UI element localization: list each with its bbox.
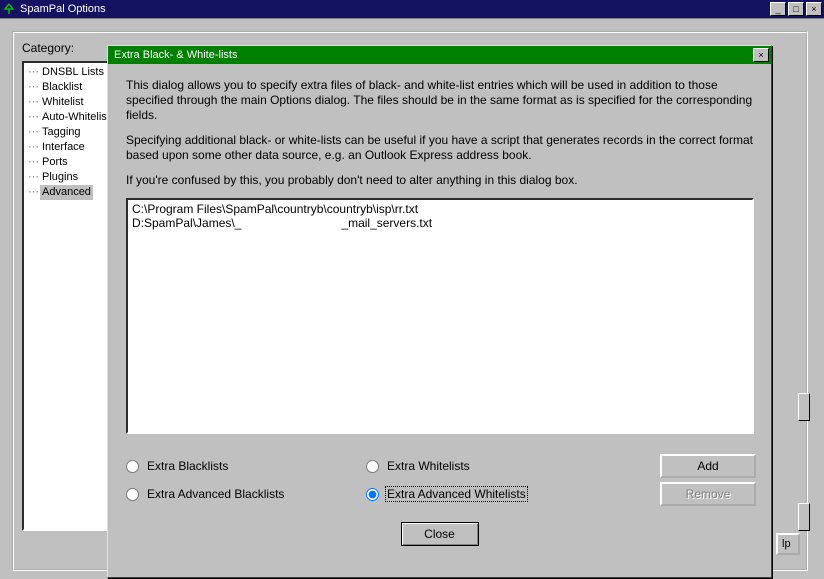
- hidden-button-peek-2: [798, 503, 810, 531]
- tree-item[interactable]: ⋯Tagging: [24, 125, 120, 140]
- remove-button[interactable]: Remove: [660, 482, 756, 506]
- radio-extra-whitelists[interactable]: Extra Whitelists: [366, 459, 606, 473]
- radio-extra-adv-whitelists-label: Extra Advanced Whitelists: [385, 486, 528, 502]
- tree-item[interactable]: ⋯Auto-Whitelist: [24, 110, 120, 125]
- radio-grid: Extra Blacklists Extra Whitelists Add Ex…: [126, 452, 753, 508]
- dialog-desc-3: If you're confused by this, you probably…: [126, 173, 753, 188]
- radio-extra-adv-whitelists-input[interactable]: [366, 488, 379, 501]
- tree-item[interactable]: ⋯Whitelist: [24, 95, 120, 110]
- tree-item-label: Interface: [40, 140, 87, 155]
- radio-extra-whitelists-label: Extra Whitelists: [385, 459, 472, 473]
- tree-branch-icon: ⋯: [28, 185, 38, 200]
- tree-branch-icon: ⋯: [28, 65, 38, 80]
- radio-extra-whitelists-input[interactable]: [366, 460, 379, 473]
- dialog-desc-1: This dialog allows you to specify extra …: [126, 78, 753, 123]
- main-body: Category: ⋯DNSBL Lists⋯Blacklist⋯Whiteli…: [0, 18, 824, 579]
- dialog-title: Extra Black- & White-lists: [114, 49, 751, 61]
- tree-branch-icon: ⋯: [28, 140, 38, 155]
- tree-item[interactable]: ⋯Advanced: [24, 185, 120, 200]
- radio-extra-adv-blacklists-input[interactable]: [126, 488, 139, 501]
- maximize-button[interactable]: □: [788, 2, 804, 16]
- tree-branch-icon: ⋯: [28, 170, 38, 185]
- tree-branch-icon: ⋯: [28, 125, 38, 140]
- app-icon: [2, 2, 16, 16]
- radio-extra-adv-blacklists-label: Extra Advanced Blacklists: [145, 487, 286, 501]
- tree-branch-icon: ⋯: [28, 80, 38, 95]
- tree-item-label: Plugins: [40, 170, 80, 185]
- main-window-title: SpamPal Options: [20, 3, 768, 15]
- tree-item[interactable]: ⋯Interface: [24, 140, 120, 155]
- hidden-button-peek: [798, 393, 810, 421]
- minimize-button[interactable]: _: [770, 2, 786, 16]
- dialog-close-x-button[interactable]: ×: [753, 48, 769, 62]
- tree-item-label: Advanced: [40, 185, 93, 200]
- radio-extra-blacklists[interactable]: Extra Blacklists: [126, 459, 366, 473]
- dialog-titlebar: Extra Black- & White-lists ×: [108, 46, 771, 64]
- radio-extra-blacklists-label: Extra Blacklists: [145, 459, 230, 473]
- dialog-body: This dialog allows you to specify extra …: [108, 64, 771, 556]
- files-listbox[interactable]: C:\Program Files\SpamPal\countryb\countr…: [126, 198, 754, 434]
- tree-item[interactable]: ⋯Ports: [24, 155, 120, 170]
- extra-lists-dialog: Extra Black- & White-lists × This dialog…: [107, 45, 772, 578]
- tree-branch-icon: ⋯: [28, 110, 38, 125]
- tree-item[interactable]: ⋯DNSBL Lists: [24, 65, 120, 80]
- tree-branch-icon: ⋯: [28, 95, 38, 110]
- tree-item[interactable]: ⋯Blacklist: [24, 80, 120, 95]
- tree-item-label: Whitelist: [40, 95, 86, 110]
- tree-item-label: Ports: [40, 155, 70, 170]
- radio-extra-adv-blacklists[interactable]: Extra Advanced Blacklists: [126, 487, 366, 501]
- dialog-desc-2: Specifying additional black- or white-li…: [126, 133, 753, 163]
- tree-branch-icon: ⋯: [28, 155, 38, 170]
- tree-item-label: Blacklist: [40, 80, 84, 95]
- tree-item-label: DNSBL Lists: [40, 65, 106, 80]
- tree-item[interactable]: ⋯Plugins: [24, 170, 120, 185]
- radio-extra-blacklists-input[interactable]: [126, 460, 139, 473]
- help-button-peek[interactable]: lp: [776, 533, 800, 555]
- main-titlebar: SpamPal Options _ □ ×: [0, 0, 824, 18]
- add-button[interactable]: Add: [660, 454, 756, 478]
- close-button[interactable]: Close: [401, 522, 479, 546]
- tree-item-label: Auto-Whitelist: [40, 110, 112, 125]
- radio-extra-adv-whitelists[interactable]: Extra Advanced Whitelists: [366, 486, 606, 502]
- main-close-button[interactable]: ×: [806, 2, 822, 16]
- tree-item-label: Tagging: [40, 125, 83, 140]
